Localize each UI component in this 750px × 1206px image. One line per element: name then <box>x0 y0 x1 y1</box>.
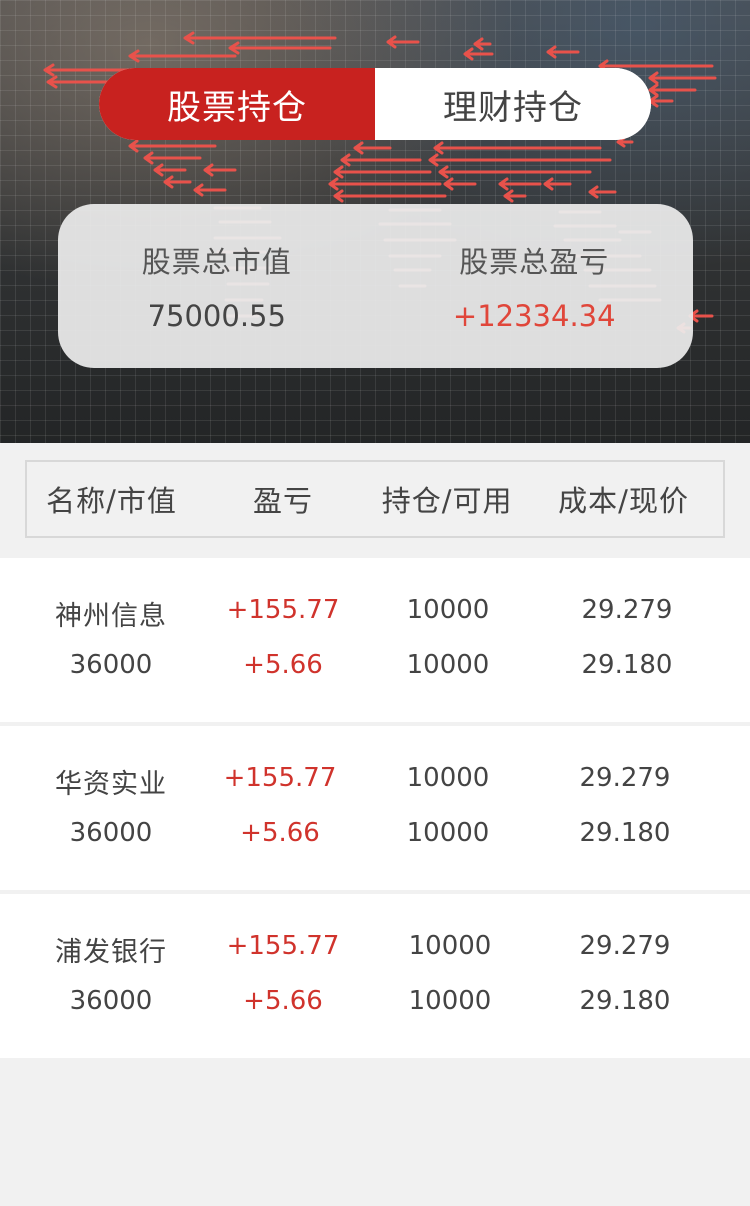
stock-price: 29.180 <box>579 818 671 848</box>
profit-label: 股票总盈亏 <box>459 245 610 279</box>
stock-cost: 29.279 <box>579 763 671 793</box>
stock-available: 10000 <box>406 818 490 848</box>
stock-profit-pct: +5.66 <box>240 818 320 848</box>
stock-cost: 29.279 <box>579 931 671 961</box>
table-header: 名称/市值 盈亏 持仓/可用 成本/现价 <box>25 460 725 538</box>
holding-type-tabs: 股票持仓 理财持仓 <box>99 68 651 140</box>
header-name-value: 名称/市值 <box>46 484 177 518</box>
stock-name: 神州信息 <box>55 601 167 632</box>
stock-market-value: 36000 <box>69 650 153 680</box>
stock-profit-pct: +5.66 <box>243 650 323 680</box>
stock-profit: +155.77 <box>223 763 337 793</box>
summary-market-value: 股票总市值 75000.55 <box>58 204 376 368</box>
stock-market-value: 36000 <box>69 818 153 848</box>
total-profit: +12334.34 <box>452 299 616 333</box>
header-position-available: 持仓/可用 <box>381 484 513 518</box>
stock-price: 29.180 <box>581 650 673 680</box>
tab-wealth-holdings[interactable]: 理财持仓 <box>375 68 651 140</box>
header-banner: 股票持仓 理财持仓 股票总市值 75000.55 股票总盈亏 +12334.34 <box>0 0 750 443</box>
header-cost-price: 成本/现价 <box>558 484 689 518</box>
table-row[interactable]: 浦发银行 36000 +155.77 +5.66 10000 10000 29.… <box>0 894 750 1058</box>
table-row[interactable]: 神州信息 36000 +155.77 +5.66 10000 10000 29.… <box>0 558 750 722</box>
stock-name: 浦发银行 <box>55 937 167 968</box>
market-value: 75000.55 <box>147 299 286 333</box>
tab-stock-holdings[interactable]: 股票持仓 <box>99 68 375 140</box>
stock-available: 10000 <box>408 986 492 1016</box>
market-value-label: 股票总市值 <box>141 245 292 279</box>
summary-card: 股票总市值 75000.55 股票总盈亏 +12334.34 <box>58 204 693 368</box>
stock-profit: +155.77 <box>226 595 340 625</box>
stock-name: 华资实业 <box>55 769 167 800</box>
stock-position: 10000 <box>406 595 490 625</box>
stock-available: 10000 <box>406 650 490 680</box>
stock-profit-pct: +5.66 <box>243 986 323 1016</box>
table-header-area: 名称/市值 盈亏 持仓/可用 成本/现价 <box>0 443 750 558</box>
stock-cost: 29.279 <box>581 595 673 625</box>
summary-profit: 股票总盈亏 +12334.34 <box>376 204 694 368</box>
stock-market-value: 36000 <box>69 986 153 1016</box>
stock-price: 29.180 <box>579 986 671 1016</box>
stock-position: 10000 <box>406 763 490 793</box>
header-profit: 盈亏 <box>253 484 314 518</box>
stock-profit: +155.77 <box>226 931 340 961</box>
stock-position: 10000 <box>408 931 492 961</box>
table-row[interactable]: 华资实业 36000 +155.77 +5.66 10000 10000 29.… <box>0 726 750 890</box>
